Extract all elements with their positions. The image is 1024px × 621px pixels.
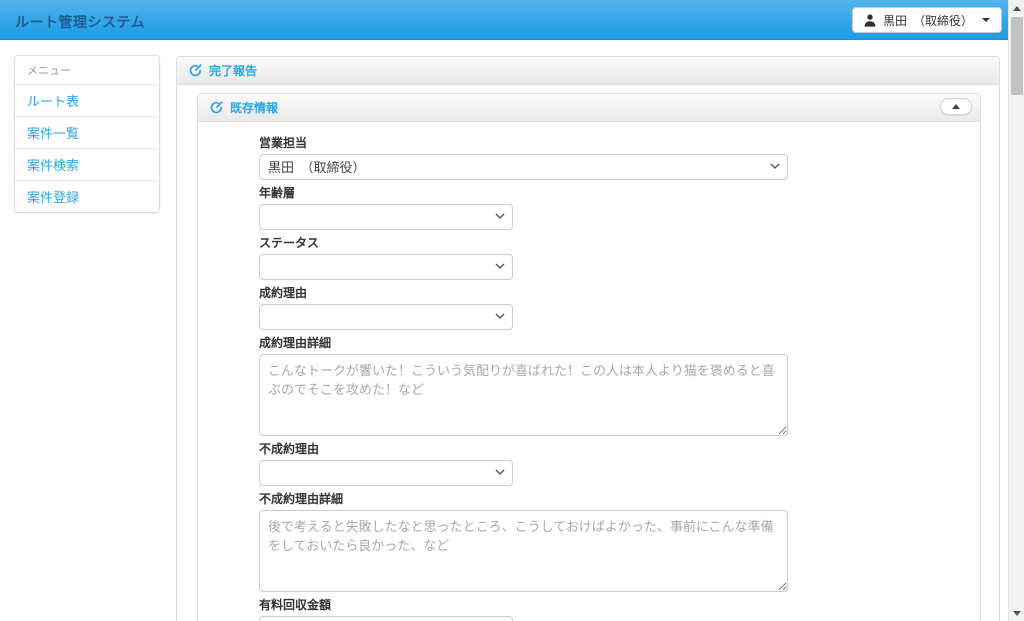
scroll-up-icon xyxy=(1013,5,1021,11)
vertical-scrollbar[interactable] xyxy=(1008,0,1024,621)
form-group-contract-reason: 成約理由 xyxy=(259,287,788,330)
field-label: ステータス xyxy=(259,236,320,250)
edit-icon xyxy=(189,64,202,77)
caret-down-icon xyxy=(982,18,990,22)
form-group-sales-rep: 営業担当 黒田 （取締役） xyxy=(259,137,788,180)
chevron-up-icon xyxy=(952,104,960,109)
user-name-label: 黒田 （取締役） xyxy=(882,13,973,28)
collapse-panel-button[interactable] xyxy=(940,98,972,115)
field-label: 不成約理由詳細 xyxy=(259,492,344,506)
form-group-paid-collection-amount: 有料回収金額 xyxy=(259,599,788,621)
completion-report-panel: 完了報告 既存情報 営業担当 黒田 （取締役） 年齢層 ステータス 成約理由 成… xyxy=(176,56,1000,621)
no-contract-reason-select[interactable] xyxy=(259,460,513,486)
existing-info-body: 営業担当 黒田 （取締役） 年齢層 ステータス 成約理由 成約理由詳細 こんなト… xyxy=(198,122,980,621)
completion-report-header: 完了報告 xyxy=(177,57,999,85)
sidebar-item-case-register[interactable]: 案件登録 xyxy=(15,181,159,212)
scrollbar-thumb[interactable] xyxy=(1011,17,1023,95)
user-menu-button[interactable]: 黒田 （取締役） xyxy=(851,7,1002,33)
navbar: ルート管理システム 黒田 （取締役） xyxy=(0,0,1008,40)
form-group-age-range: 年齢層 xyxy=(259,187,788,230)
user-icon xyxy=(864,13,876,27)
field-label: 成約理由 xyxy=(259,286,308,300)
status-select[interactable] xyxy=(259,254,513,280)
field-label: 営業担当 xyxy=(259,136,308,150)
main-content: 完了報告 既存情報 営業担当 黒田 （取締役） 年齢層 ステータス 成約理由 成… xyxy=(176,56,1000,621)
scroll-down-icon xyxy=(1013,610,1021,616)
existing-info-panel: 既存情報 営業担当 黒田 （取締役） 年齢層 ステータス 成約理由 成約理由詳細… xyxy=(197,93,981,621)
panel-title: 完了報告 xyxy=(209,64,258,78)
form-group-contract-reason-detail: 成約理由詳細 xyxy=(259,337,788,436)
sidebar-item-case-search[interactable]: 案件検索 xyxy=(15,149,159,181)
age-range-select[interactable] xyxy=(259,204,513,230)
form-group-no-contract-reason-detail: 不成約理由詳細 xyxy=(259,493,788,592)
sidebar-item-route-table[interactable]: ルート表 xyxy=(15,85,159,117)
sidebar-item-case-list[interactable]: 案件一覧 xyxy=(15,117,159,149)
existing-info-header: 既存情報 xyxy=(198,94,980,122)
field-label: 年齢層 xyxy=(259,186,296,200)
contract-reason-detail-textarea[interactable] xyxy=(259,354,788,436)
completion-report-body: 既存情報 営業担当 黒田 （取締役） 年齢層 ステータス 成約理由 成約理由詳細… xyxy=(177,85,999,621)
contract-reason-select[interactable] xyxy=(259,304,513,330)
sidebar-menu: メニュー ルート表 案件一覧 案件検索 案件登録 xyxy=(14,55,160,213)
form-group-status: ステータス xyxy=(259,237,788,280)
no-contract-reason-detail-textarea[interactable] xyxy=(259,510,788,592)
field-label: 有料回収金額 xyxy=(259,598,332,612)
scrollbar-down-button[interactable] xyxy=(1009,605,1024,621)
panel-title: 既存情報 xyxy=(230,101,279,115)
completion-report-form: 営業担当 黒田 （取締役） 年齢層 ステータス 成約理由 成約理由詳細 こんなト… xyxy=(259,137,788,621)
field-label: 不成約理由 xyxy=(259,442,320,456)
app-title: ルート管理システム xyxy=(15,14,146,30)
edit-icon xyxy=(210,101,223,114)
scrollbar-up-button[interactable] xyxy=(1009,0,1024,16)
field-label: 成約理由詳細 xyxy=(259,336,332,350)
menu-header: メニュー xyxy=(15,56,159,85)
form-group-no-contract-reason: 不成約理由 xyxy=(259,443,788,486)
sales-rep-select[interactable]: 黒田 （取締役） xyxy=(259,154,788,180)
paid-collection-amount-input[interactable] xyxy=(259,616,513,621)
